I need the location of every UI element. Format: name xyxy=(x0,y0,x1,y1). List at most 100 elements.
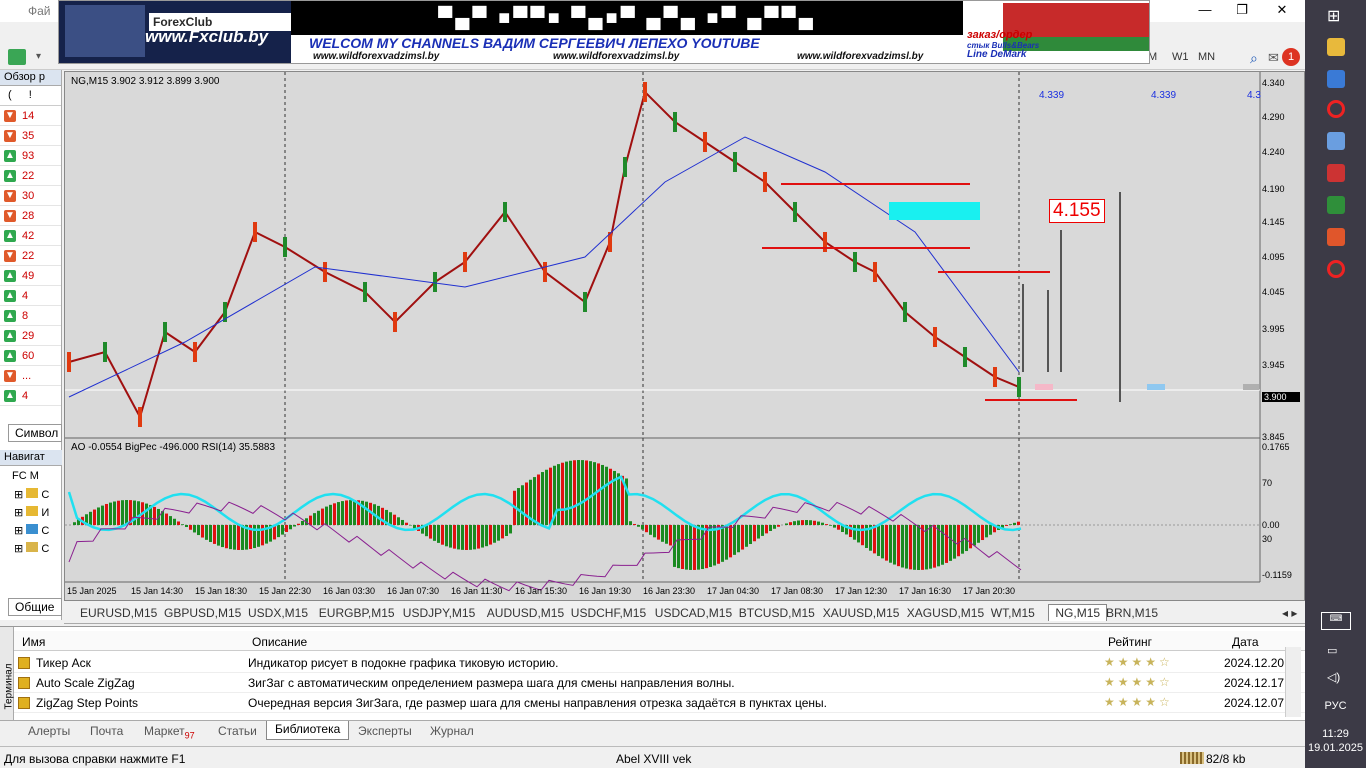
speaker-app-icon[interactable] xyxy=(1327,164,1345,182)
advert-banner[interactable]: ForexClub www.Fxclub.by ▀▄▀ ■▀▀■ ▀▄■▀ ▄▀… xyxy=(58,0,1150,64)
chart-tab[interactable]: USDCAD,M15 xyxy=(655,606,732,620)
market-watch-row[interactable]: ▼ 28 xyxy=(0,206,61,226)
tab-general[interactable]: Общие xyxy=(8,598,62,616)
nav-item-3[interactable]: ⊞ С xyxy=(14,524,49,537)
paint-icon[interactable] xyxy=(1327,132,1345,150)
chart-tab[interactable]: AUDUSD,M15 xyxy=(487,606,564,620)
chart-tab[interactable]: NG,M15 xyxy=(1048,604,1108,621)
keyboard-icon[interactable]: ⌨ xyxy=(1321,612,1351,630)
terminal-panel: Терминал Имя Описание Рейтинг Дата Тикер… xyxy=(0,626,1305,721)
ao-bar xyxy=(661,525,664,542)
library-row[interactable]: ZigZag Step Points Очередная версия ЗигЗа… xyxy=(14,693,1305,713)
ao-bar xyxy=(209,525,212,542)
close-button[interactable]: ✕ xyxy=(1262,0,1302,20)
col-symbol[interactable]: ( xyxy=(8,89,12,101)
market-watch-row[interactable]: ▲ 60 xyxy=(0,346,61,366)
market-watch-value: 49 xyxy=(22,269,35,282)
chart-tab[interactable]: USDCHF,M15 xyxy=(571,606,646,620)
timeframe-mn[interactable]: MN xyxy=(1198,51,1215,63)
chart-tab[interactable]: XAUUSD,M15 xyxy=(823,606,900,620)
menu-file[interactable]: Фай xyxy=(28,4,51,18)
chart-tab[interactable]: GBPUSD,M15 xyxy=(164,606,241,620)
nav-item-1[interactable]: ⊞ С xyxy=(14,488,59,501)
chart-tab[interactable]: BTCUSD,M15 xyxy=(739,606,815,620)
outlook-icon[interactable] xyxy=(1327,70,1345,88)
market-watch-header[interactable]: Обзор р xyxy=(0,70,61,86)
nav-item-account[interactable]: FC M xyxy=(12,470,39,482)
volume-icon[interactable]: ◁) xyxy=(1327,670,1340,684)
tab-symbols[interactable]: Символ xyxy=(8,424,62,442)
market-watch-row[interactable]: ▲ 4 xyxy=(0,286,61,306)
marker-blue xyxy=(1147,384,1165,390)
ao-bar xyxy=(397,517,400,525)
market-watch-row[interactable]: ▼ 14 xyxy=(0,106,61,126)
terminal-tab[interactable]: Статьи xyxy=(218,724,257,738)
chart-tab[interactable]: USDX,M15 xyxy=(248,606,308,620)
terminal-window: Фай — ❐ ✕ ▾ M W1 MN ⌕ ✉ 1 ForexClub www.… xyxy=(0,0,1305,768)
language-indicator[interactable]: РУС xyxy=(1305,700,1366,712)
ao-bar xyxy=(937,525,940,567)
search-icon[interactable]: ⌕ xyxy=(1250,50,1258,67)
market-watch-row[interactable]: ▲ 22 xyxy=(0,166,61,186)
market-watch-row[interactable]: ▲ 29 xyxy=(0,326,61,346)
library-row[interactable]: Тикер Аск Индикатор рисует в подокне граф… xyxy=(14,653,1305,673)
market-watch-row[interactable]: ▼ 35 xyxy=(0,126,61,146)
chart-tab[interactable]: WT,M15 xyxy=(991,606,1035,620)
terminal-tab[interactable]: Эксперты xyxy=(358,724,412,738)
market-watch-row[interactable]: ▲ 49 xyxy=(0,266,61,286)
chart-tab[interactable]: BRN,M15 xyxy=(1106,606,1158,620)
chart-tab[interactable]: XAGUSD,M15 xyxy=(907,606,984,620)
market-watch-row[interactable]: ▲ 8 xyxy=(0,306,61,326)
tray-icon-1[interactable]: ▭ xyxy=(1327,644,1345,658)
terminal-tab[interactable]: Маркет97 xyxy=(144,724,195,740)
nav-item-4[interactable]: ⊞ С xyxy=(14,542,49,555)
terminal-scrollbar[interactable] xyxy=(1285,647,1301,717)
market-watch-row[interactable]: ▲ 93 xyxy=(0,146,61,166)
col-rating[interactable]: Рейтинг xyxy=(1108,635,1152,649)
file-explorer-icon[interactable] xyxy=(1327,38,1345,56)
library-row[interactable]: Auto Scale ZigZag ЗигЗаг с автоматическим… xyxy=(14,673,1305,693)
opera-icon[interactable] xyxy=(1327,100,1345,118)
ao-bar xyxy=(525,482,528,525)
chevron-down-icon[interactable]: ▾ xyxy=(36,51,41,62)
level-label-2: 4.339 xyxy=(1151,90,1177,101)
chart-tab[interactable]: EURUSD,M15 xyxy=(80,606,157,620)
indicator-tick-label: -0.1159 xyxy=(1262,570,1292,580)
chart-canvas[interactable] xyxy=(65,72,1304,600)
ms-office-icon[interactable] xyxy=(1327,228,1345,246)
candle xyxy=(853,252,857,272)
tab-scroll-icon[interactable]: ◂ ▸ xyxy=(1282,606,1297,620)
arrow-down-icon: ▼ xyxy=(4,209,16,222)
market-watch-row[interactable]: ▼ 30 xyxy=(0,186,61,206)
record-icon[interactable] xyxy=(1327,260,1345,278)
market-watch-row[interactable]: ▼ 22 xyxy=(0,246,61,266)
price-chart[interactable]: NG,M15 3.902 3.912 3.899 3.900 AO -0.055… xyxy=(64,71,1305,601)
col-alert[interactable]: ! xyxy=(29,89,32,101)
calculator-icon[interactable] xyxy=(1327,196,1345,214)
status-profile[interactable]: Abel XVIII vek xyxy=(616,752,691,766)
chat-icon[interactable]: ✉ xyxy=(1268,50,1279,66)
chart-tab[interactable]: USDJPY,M15 xyxy=(403,606,475,620)
chart-tab[interactable]: EURGBP,M15 xyxy=(319,606,395,620)
col-name[interactable]: Имя xyxy=(22,635,45,649)
new-chart-icon[interactable] xyxy=(8,49,26,65)
col-date[interactable]: Дата xyxy=(1232,635,1259,649)
banner-photo xyxy=(65,5,145,57)
terminal-tab[interactable]: Библиотека xyxy=(266,721,350,740)
maximize-button[interactable]: ❐ xyxy=(1222,0,1262,20)
market-watch-row[interactable]: ▲ 4 xyxy=(0,386,61,406)
clock[interactable]: 11:29 19.01.2025 xyxy=(1305,727,1366,755)
nav-item-2[interactable]: ⊞ И xyxy=(14,506,49,519)
market-watch-row[interactable]: ▼... xyxy=(0,366,61,386)
windows-start-icon[interactable]: ⊞ xyxy=(1327,6,1340,26)
terminal-tab[interactable]: Почта xyxy=(90,724,123,738)
timeframe-w1[interactable]: W1 xyxy=(1172,51,1189,63)
notification-badge[interactable]: 1 xyxy=(1282,48,1300,66)
market-watch-row[interactable]: ▲ 42 xyxy=(0,226,61,246)
minimize-button[interactable]: — xyxy=(1185,0,1225,20)
navigator-header[interactable]: Навигат xyxy=(0,450,62,466)
ao-bar xyxy=(125,500,128,525)
terminal-tab[interactable]: Журнал xyxy=(430,724,474,738)
col-description[interactable]: Описание xyxy=(252,635,307,649)
terminal-tab[interactable]: Алерты xyxy=(28,724,70,738)
